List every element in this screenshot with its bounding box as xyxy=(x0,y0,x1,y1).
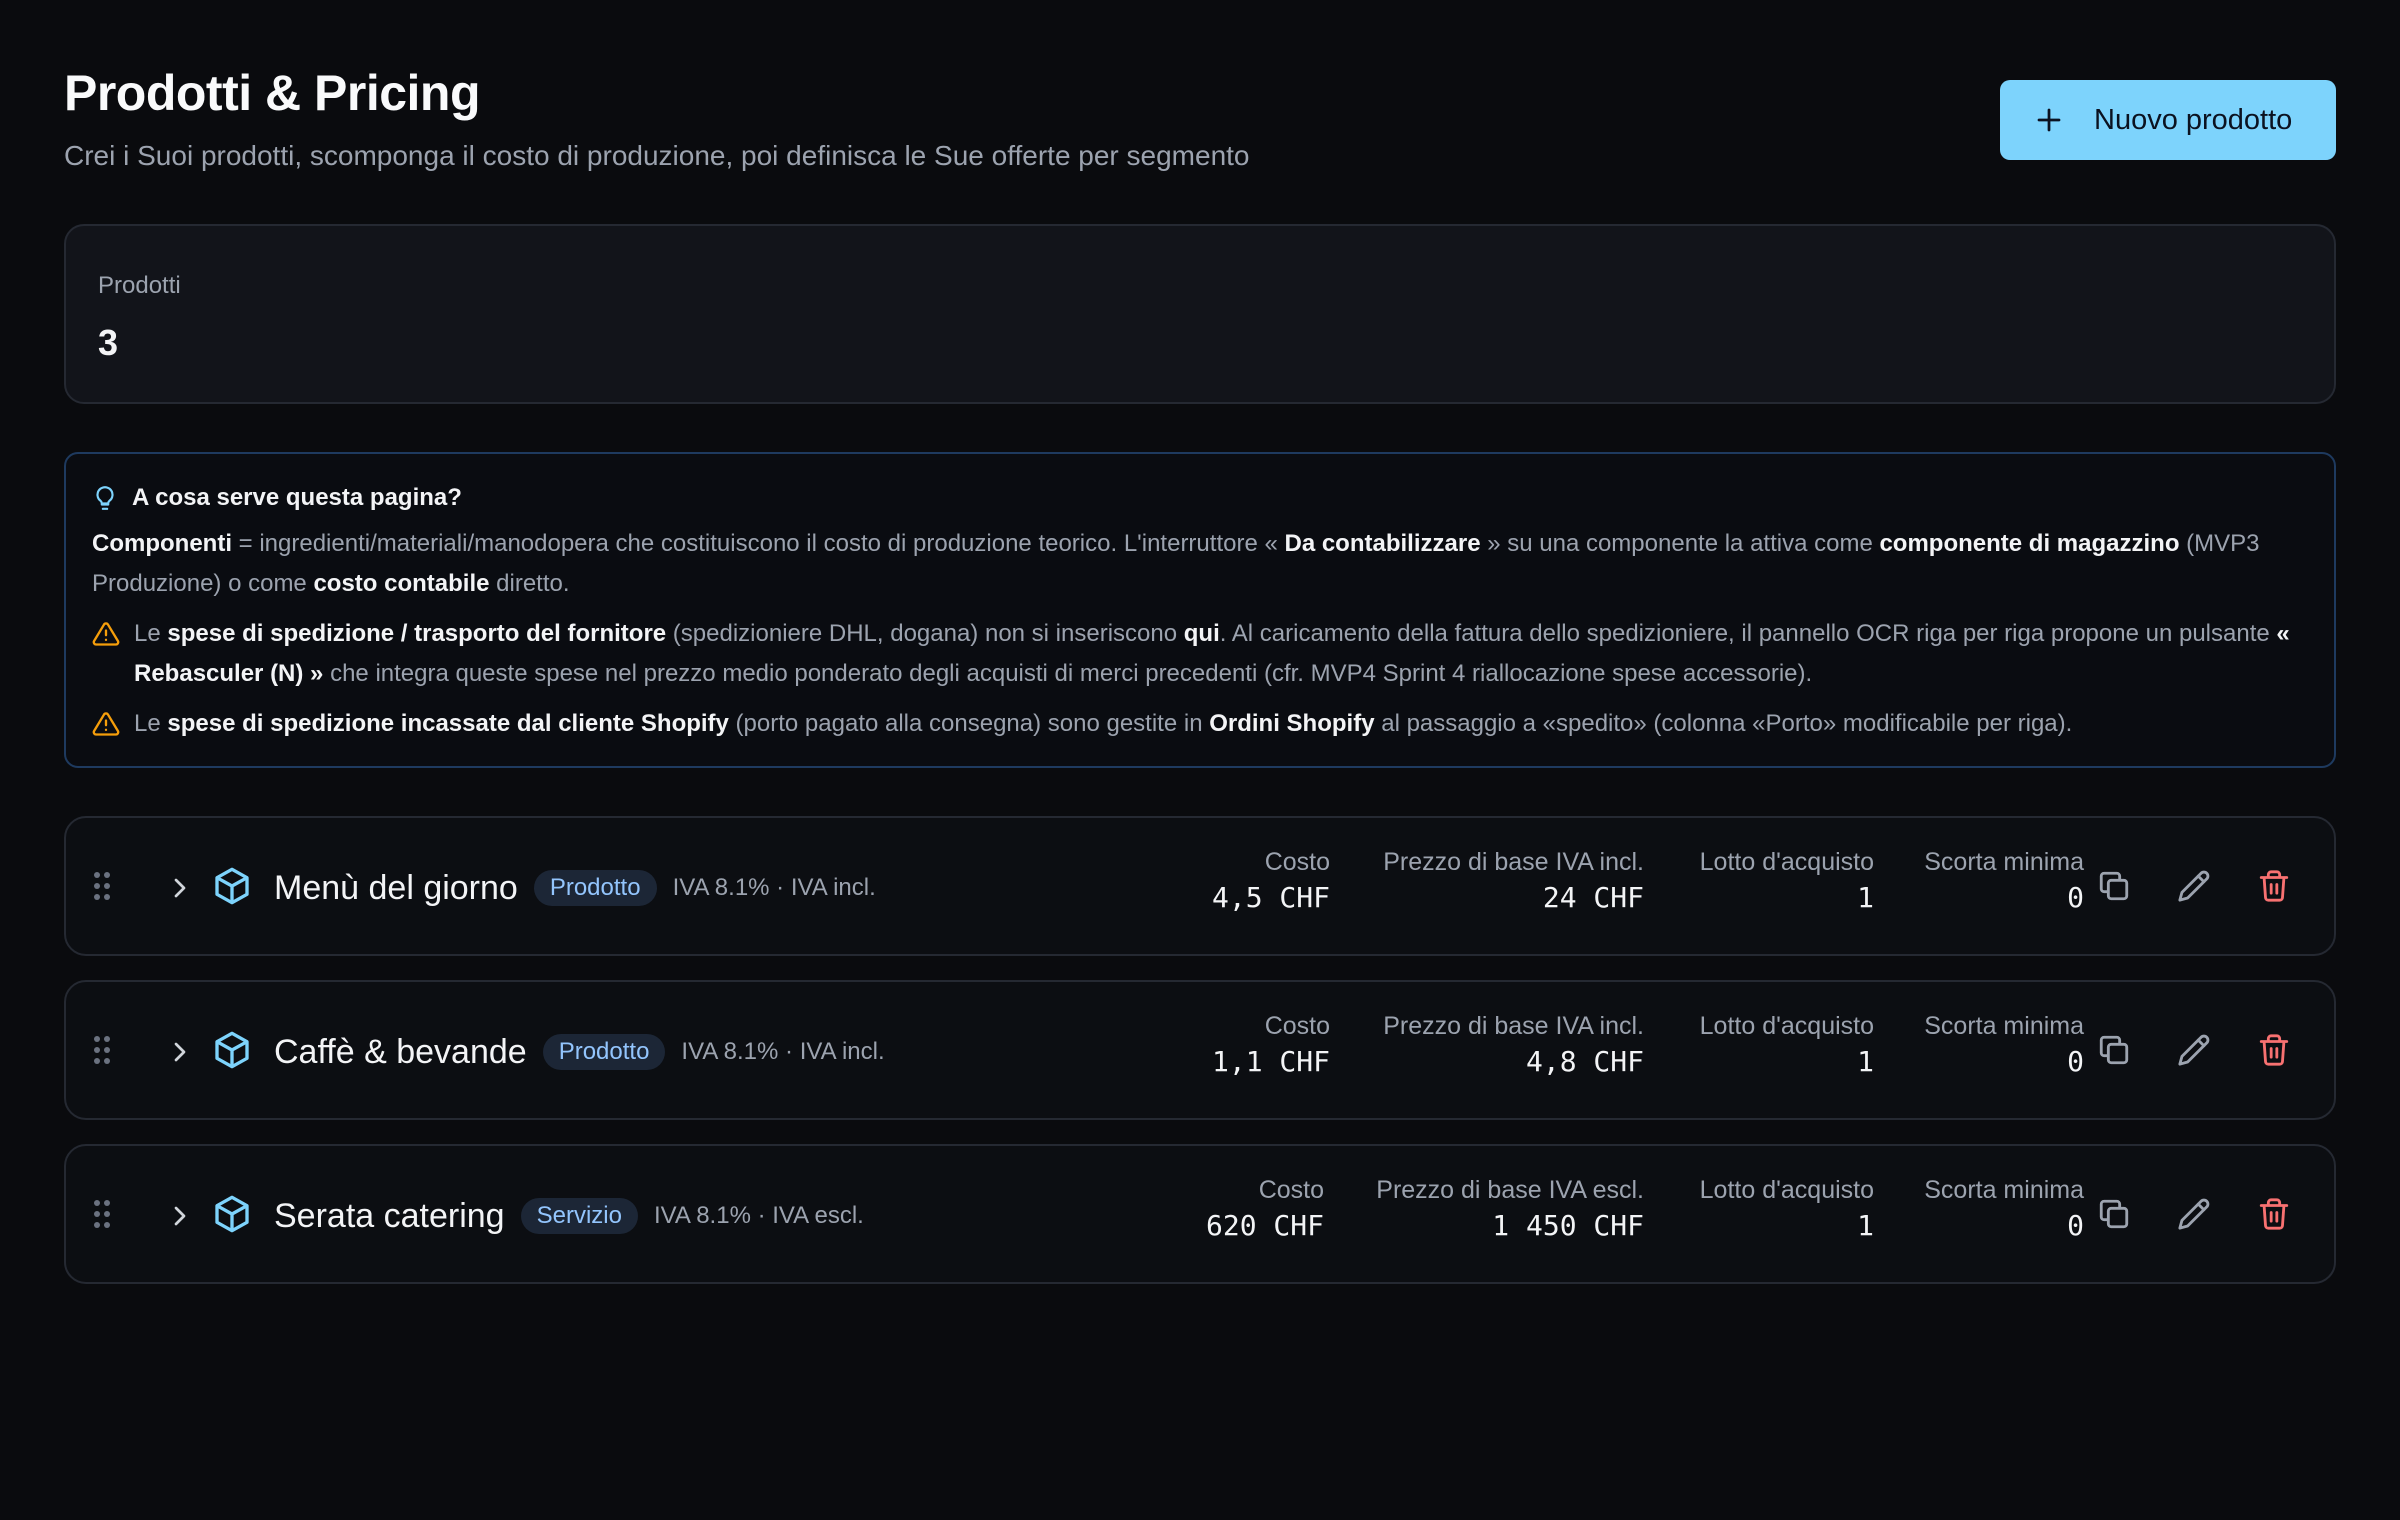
min-stock-value: 0 xyxy=(2067,1045,2084,1078)
min-stock-value: 0 xyxy=(2067,1209,2084,1242)
lot-value: 1 xyxy=(1857,881,1874,914)
warning-supplier-shipping: Le spese di spedizione / trasporto del f… xyxy=(92,614,2308,694)
copy-icon xyxy=(2099,1035,2129,1065)
drag-handle-icon[interactable] xyxy=(92,1034,112,1066)
products-count-value: 3 xyxy=(98,322,119,363)
edit-button[interactable] xyxy=(2174,1030,2214,1070)
price-column: Prezzo di base IVA incl. 24 CHF xyxy=(1383,848,1644,914)
chevron-right-icon[interactable] xyxy=(164,872,196,904)
drag-handle-icon[interactable] xyxy=(92,870,112,902)
edit-button[interactable] xyxy=(2174,866,2214,906)
products-pricing-page: Prodotti & Pricing Crei i Suoi prodotti,… xyxy=(0,0,2400,1520)
lot-column: Lotto d'acquisto 1 xyxy=(1699,848,1874,914)
pencil-icon xyxy=(2178,870,2210,902)
product-type-badge: Prodotto xyxy=(542,1034,666,1070)
product-type-badge: Servizio xyxy=(520,1198,638,1234)
warning-supplier-text: Le spese di spedizione / trasporto del f… xyxy=(134,620,2290,687)
chevron-right-icon[interactable] xyxy=(164,1036,196,1068)
lot-value: 1 xyxy=(1857,1045,1874,1078)
trash-icon xyxy=(2259,1034,2289,1066)
pencil-icon xyxy=(2178,1034,2210,1066)
product-vat: IVA 8.1% · IVA escl. xyxy=(653,1202,864,1229)
min-stock-value: 0 xyxy=(2067,881,2084,914)
duplicate-button[interactable] xyxy=(2094,1030,2134,1070)
lot-value: 1 xyxy=(1857,1209,1874,1242)
min-stock-column: Scorta minima 0 xyxy=(1924,848,2084,914)
info-panel: A cosa serve questa pagina? Componenti =… xyxy=(64,452,2336,768)
min-stock-column: Scorta minima 0 xyxy=(1924,1012,2084,1078)
box-icon xyxy=(215,1195,249,1233)
cost-column: Costo 620 CHF xyxy=(1205,1176,1324,1242)
warning-triangle-icon xyxy=(92,622,120,646)
price-column: Prezzo di base IVA incl. 4,8 CHF xyxy=(1383,1012,1644,1078)
product-name: Caffè & bevande xyxy=(274,1032,527,1071)
plus-icon xyxy=(2037,108,2061,132)
pencil-icon xyxy=(2178,1198,2210,1230)
product-vat: IVA 8.1% · IVA incl. xyxy=(672,874,876,901)
delete-button[interactable] xyxy=(2254,866,2294,906)
page-title: Prodotti & Pricing xyxy=(64,65,481,121)
cost-value: 1,1 CHF xyxy=(1211,1045,1330,1078)
info-title: A cosa serve questa pagina? xyxy=(132,484,462,511)
warning-triangle-icon xyxy=(92,712,120,736)
cost-value: 620 CHF xyxy=(1205,1209,1324,1242)
delete-button[interactable] xyxy=(2254,1194,2294,1234)
trash-icon xyxy=(2259,870,2289,902)
product-name: Serata catering xyxy=(274,1196,505,1235)
duplicate-button[interactable] xyxy=(2094,1194,2134,1234)
cost-column: Costo 1,1 CHF xyxy=(1211,1012,1330,1078)
info-components-text: Componenti = ingredienti/materiali/manod… xyxy=(92,530,2260,597)
new-product-button[interactable]: Nuovo prodotto xyxy=(2000,80,2336,160)
delete-button[interactable] xyxy=(2254,1030,2294,1070)
product-type-badge: Prodotto xyxy=(533,870,657,906)
new-product-label: Nuovo prodotto xyxy=(2094,103,2293,136)
info-header: A cosa serve questa pagina? xyxy=(92,478,2308,518)
cost-value: 4,5 CHF xyxy=(1211,881,1330,914)
lightbulb-icon xyxy=(96,486,114,510)
duplicate-button[interactable] xyxy=(2094,866,2134,906)
products-count-card: Prodotti 3 xyxy=(64,224,2336,404)
product-vat: IVA 8.1% · IVA incl. xyxy=(681,1038,885,1065)
box-icon xyxy=(215,1031,249,1069)
price-column: Prezzo di base IVA escl. 1 450 CHF xyxy=(1376,1176,1644,1242)
price-value: 4,8 CHF xyxy=(1525,1045,1644,1078)
cost-column: Costo 4,5 CHF xyxy=(1211,848,1330,914)
product-name: Menù del giorno xyxy=(274,868,518,907)
product-row[interactable]: Serata catering Servizio IVA 8.1% · IVA … xyxy=(64,1144,2336,1284)
box-icon xyxy=(215,867,249,905)
drag-handle-icon[interactable] xyxy=(92,1198,112,1230)
min-stock-column: Scorta minima 0 xyxy=(1924,1176,2084,1242)
products-count-label: Prodotti xyxy=(98,272,181,299)
price-value: 24 CHF xyxy=(1542,881,1644,914)
lot-column: Lotto d'acquisto 1 xyxy=(1699,1012,1874,1078)
product-row[interactable]: Menù del giorno Prodotto IVA 8.1% · IVA … xyxy=(64,816,2336,956)
warning-shopify-shipping: Le spese di spedizione incassate dal cli… xyxy=(92,704,2308,744)
lot-column: Lotto d'acquisto 1 xyxy=(1699,1176,1874,1242)
copy-icon xyxy=(2099,1199,2129,1229)
price-value: 1 450 CHF xyxy=(1492,1209,1644,1242)
edit-button[interactable] xyxy=(2174,1194,2214,1234)
warning-shopify-text: Le spese di spedizione incassate dal cli… xyxy=(134,710,2073,737)
product-row[interactable]: Caffè & bevande Prodotto IVA 8.1% · IVA … xyxy=(64,980,2336,1120)
trash-icon xyxy=(2259,1198,2289,1230)
chevron-right-icon[interactable] xyxy=(164,1200,196,1232)
page-subtitle: Crei i Suoi prodotti, scomponga il costo… xyxy=(64,140,1250,171)
copy-icon xyxy=(2099,871,2129,901)
